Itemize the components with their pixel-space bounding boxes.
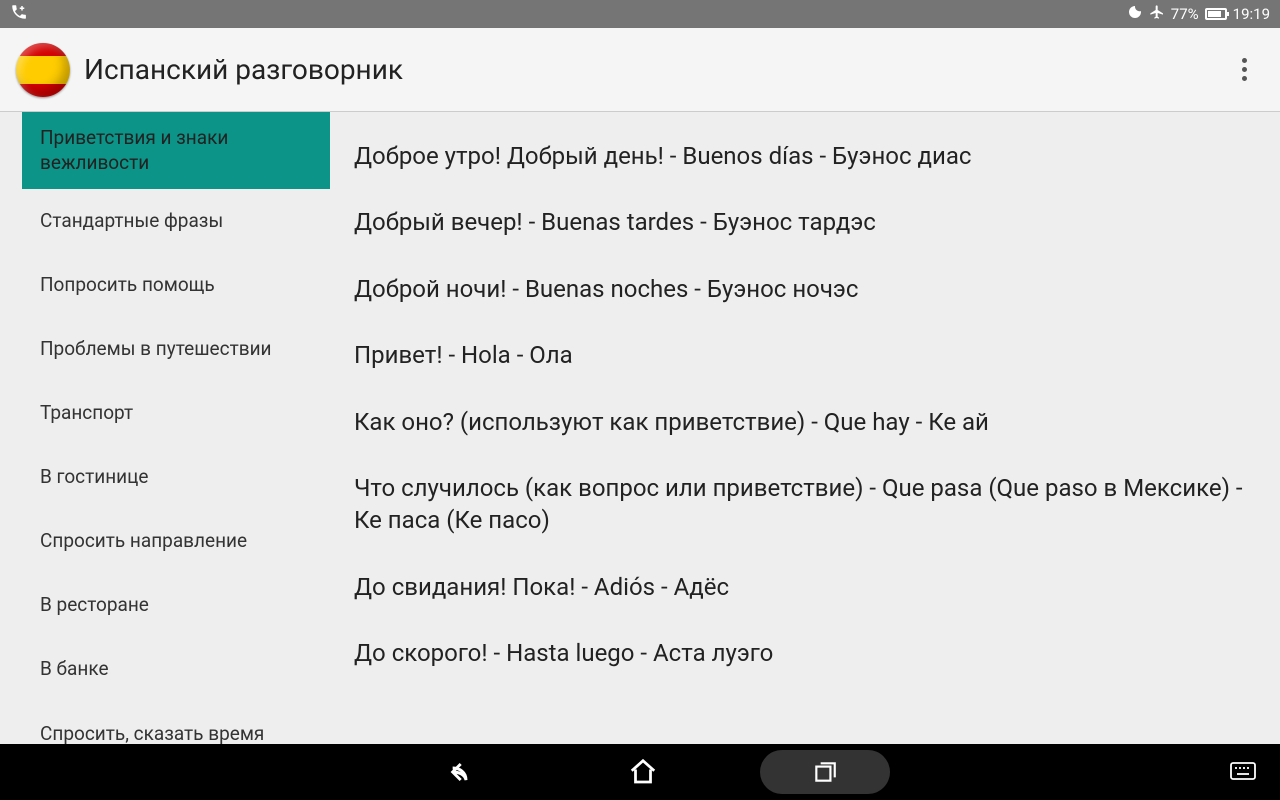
phrase-text: Как оно? (используют как приветствие) - … [354, 408, 989, 436]
phrase-text: До свидания! Пока! - Adiós - Адёс [354, 573, 729, 601]
phrase-text: Привет! - Hola - Ола [354, 341, 573, 369]
status-right: 77% 19:19 [1127, 4, 1270, 24]
tab-label: Стандартные фразы [40, 209, 223, 234]
dnd-moon-icon [1127, 4, 1143, 24]
tab-label: Проблемы в путешествии [40, 337, 272, 362]
clock: 19:19 [1233, 5, 1270, 23]
airplane-mode-icon [1149, 4, 1165, 24]
home-button[interactable] [625, 754, 661, 790]
phrase-item[interactable]: До скорого! - Hasta luego - Аста луэго [354, 637, 1250, 669]
recent-apps-button[interactable] [760, 750, 890, 794]
tab-time[interactable]: Спросить, сказать время [22, 701, 330, 744]
tab-label: Спросить, сказать время [40, 722, 264, 744]
phrase-item[interactable]: Доброй ночи! - Buenas noches - Буэнос но… [354, 273, 1250, 305]
phrase-item[interactable]: Что случилось (как вопрос или приветстви… [354, 472, 1250, 537]
tab-label: Транспорт [40, 401, 133, 426]
phrase-text: Добрый вечер! - Buenas tardes - Буэнос т… [354, 208, 876, 236]
tab-ask-help[interactable]: Попросить помощь [22, 253, 330, 317]
phrase-text: Что случилось (как вопрос или приветстви… [354, 474, 1243, 534]
phrase-item[interactable]: Как оно? (используют как приветствие) - … [354, 406, 1250, 438]
phrase-item[interactable]: До свидания! Пока! - Adiós - Адёс [354, 571, 1250, 603]
phrase-text: Доброе утро! Добрый день! - Buenos días … [354, 142, 971, 170]
tab-label: Спросить направление [40, 529, 247, 554]
system-nav-bar [0, 744, 1280, 800]
status-bar: 77% 19:19 [0, 0, 1280, 28]
tab-restaurant[interactable]: В ресторане [22, 573, 330, 637]
call-add-icon [10, 3, 28, 25]
tab-label: Попросить помощь [40, 273, 215, 298]
tab-direction[interactable]: Спросить направление [22, 509, 330, 573]
app-icon-spain-flag [16, 43, 70, 97]
main-area: Приветствия и знаки вежливости Стандартн… [0, 112, 1280, 744]
content-panel[interactable]: Доброе утро! Добрый день! - Buenos días … [330, 112, 1280, 744]
tab-bank[interactable]: В банке [22, 637, 330, 701]
tab-label: Приветствия и знаки вежливости [40, 126, 312, 175]
back-button[interactable] [440, 754, 476, 790]
phrase-text: Доброй ночи! - Buenas noches - Буэнос но… [354, 275, 858, 303]
phrase-item[interactable]: Привет! - Hola - Ола [354, 339, 1250, 371]
overflow-menu-button[interactable] [1224, 50, 1264, 90]
tab-transport[interactable]: Транспорт [22, 381, 330, 445]
phrase-text: До скорого! - Hasta luego - Аста луэго [354, 639, 773, 667]
tab-label: В банке [40, 657, 109, 682]
battery-percent: 77% [1171, 5, 1199, 23]
battery-icon [1205, 8, 1227, 20]
phrase-item[interactable]: Доброе утро! Добрый день! - Buenos días … [354, 140, 1250, 172]
tab-label: В ресторане [40, 593, 149, 618]
keyboard-icon[interactable] [1230, 762, 1256, 780]
tab-standard-phrases[interactable]: Стандартные фразы [22, 189, 330, 253]
app-title: Испанский разговорник [84, 53, 403, 86]
tab-label: В гостинице [40, 465, 149, 490]
app-bar: Испанский разговорник [0, 28, 1280, 112]
status-left [10, 3, 28, 25]
sidebar[interactable]: Приветствия и знаки вежливости Стандартн… [0, 112, 330, 744]
phrase-item[interactable]: Добрый вечер! - Buenas tardes - Буэнос т… [354, 206, 1250, 238]
tab-hotel[interactable]: В гостинице [22, 445, 330, 509]
tab-greetings[interactable]: Приветствия и знаки вежливости [22, 112, 330, 189]
tab-travel-problems[interactable]: Проблемы в путешествии [22, 317, 330, 381]
